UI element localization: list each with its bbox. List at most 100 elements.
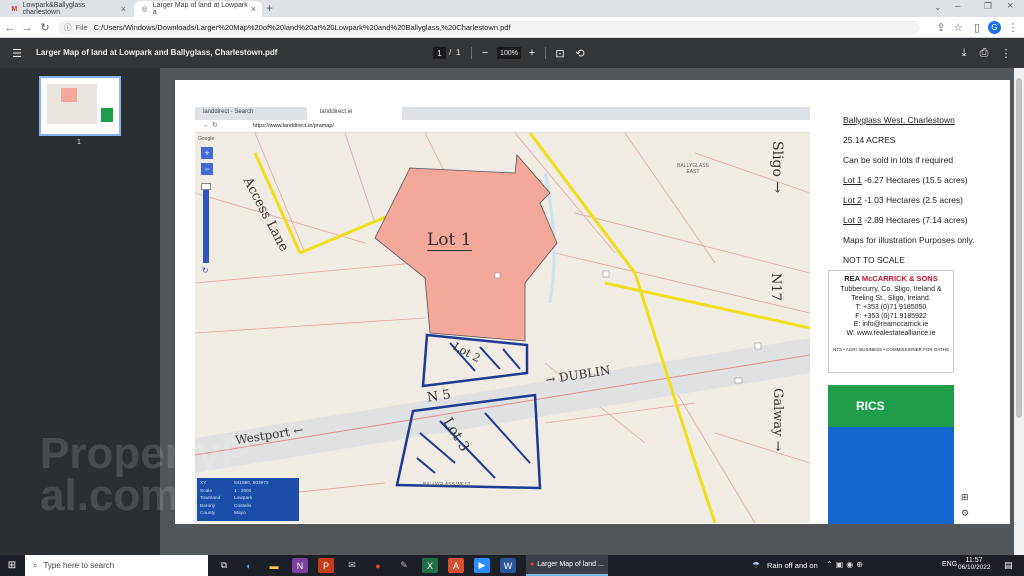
- page-number-input[interactable]: 1: [433, 47, 446, 59]
- property-acres: 25.14 ACRES: [843, 135, 896, 145]
- map-zoom-slider[interactable]: [203, 183, 209, 263]
- download-icon[interactable]: ⤓: [955, 44, 973, 62]
- lot3-value: -2.89 Hectares (7.14 acres): [861, 215, 968, 225]
- omnibox[interactable]: ⓘ File C:/Users/Windows/Downloads/Larger…: [58, 20, 920, 35]
- print-icon[interactable]: ⎙: [975, 44, 993, 62]
- agent-name: REA McCARRICK & SONS: [829, 274, 953, 283]
- map-zoom-in[interactable]: +: [201, 147, 213, 159]
- close-icon[interactable]: ×: [121, 4, 126, 14]
- profile-avatar[interactable]: G: [988, 21, 1001, 34]
- tray-icons[interactable]: ⌃▣◉⊕: [826, 560, 866, 569]
- star-icon[interactable]: ☆: [950, 20, 966, 35]
- lot1-name: Lot 1: [843, 175, 862, 185]
- rotate-icon[interactable]: ⟲: [571, 44, 589, 62]
- map-drawing: [195, 133, 810, 523]
- gmail-icon: M: [11, 5, 18, 13]
- label-n17: N17: [768, 273, 783, 301]
- lot3-name: Lot 3: [843, 215, 862, 225]
- windows-start-icon[interactable]: ⊞: [4, 558, 20, 573]
- google-label: Google: [198, 136, 215, 142]
- folder-icon[interactable]: ▬: [266, 558, 282, 573]
- pdf-page: landdirect - Search landdirect.ie ← ↻ ht…: [175, 80, 1010, 524]
- clock[interactable]: 11:57 06/10/2022: [958, 557, 991, 571]
- zoom-input[interactable]: 100%: [497, 47, 521, 59]
- taskbar-active-app[interactable]: ● Larger Map of land ...: [526, 555, 608, 576]
- lot1-line: Lot 1 -6.27 Hectares (15.5 acres): [843, 175, 968, 185]
- divider: [471, 47, 472, 59]
- maps-note: Maps for illustration Purposes only.: [843, 235, 975, 245]
- scrollbar-track[interactable]: [1014, 68, 1024, 555]
- galway-road: [528, 133, 717, 523]
- word-icon[interactable]: W: [500, 558, 516, 573]
- agent-name-main: McCARRICK & SONS: [861, 274, 938, 283]
- page-thumbnail[interactable]: [39, 76, 121, 136]
- app-icon[interactable]: ✎: [396, 558, 412, 573]
- more-options-icon[interactable]: ⋮: [997, 44, 1015, 62]
- restore-button[interactable]: ❐: [984, 1, 992, 12]
- pdf-title: Larger Map of land at Lowpark and Ballyg…: [36, 48, 278, 57]
- language[interactable]: ENG: [942, 561, 957, 568]
- onenote-icon[interactable]: N: [292, 558, 308, 573]
- thumbnail-logo: [101, 108, 113, 122]
- minimize-button[interactable]: –: [955, 1, 961, 12]
- reload-icon[interactable]: ↻: [37, 20, 53, 35]
- embedded-tab: landdirect.ie: [320, 109, 353, 115]
- close-window-button[interactable]: ×: [1007, 0, 1013, 12]
- mail-icon[interactable]: ✉: [344, 558, 360, 573]
- edge-icon[interactable]: ◐: [241, 558, 257, 573]
- tab-strip: M Lowpark&Ballyglass charlestown × ◎ Lar…: [0, 0, 1024, 17]
- chevron-down-icon[interactable]: ⌄: [934, 2, 942, 13]
- share-icon[interactable]: ⇪: [933, 20, 949, 35]
- agent-fax: F: +353 (0)71 9185922: [855, 312, 927, 320]
- zoom-out-button[interactable]: −: [476, 44, 494, 62]
- back-icon[interactable]: ←: [2, 20, 18, 35]
- tab-larger-map[interactable]: ◎ Larger Map of land at Lowpark a ×: [134, 1, 262, 17]
- notification-icon[interactable]: ▤: [1004, 560, 1013, 571]
- watermark: PropertyPal.com: [40, 429, 251, 520]
- acrobat-icon[interactable]: A: [448, 558, 464, 573]
- task-view-icon[interactable]: ⧉: [216, 558, 232, 573]
- zoom-app-icon[interactable]: ▶: [474, 558, 490, 573]
- close-icon[interactable]: ×: [251, 4, 256, 14]
- label-sligo: Sligo →: [769, 141, 785, 194]
- rics-text: RICS: [856, 399, 885, 413]
- chrome-icon[interactable]: ●: [370, 558, 386, 573]
- zoom-in-button[interactable]: +: [523, 44, 541, 62]
- tab-label: Lowpark&Ballyglass charlestown: [22, 2, 86, 16]
- page-total: 1: [456, 48, 461, 57]
- pdf-toolbar: ☰ Larger Map of land at Lowpark and Ball…: [0, 38, 1024, 68]
- scrollbar-thumb[interactable]: [1016, 78, 1022, 418]
- weather-text[interactable]: Rain off and on: [767, 561, 818, 570]
- tab-lowpark[interactable]: M Lowpark&Ballyglass charlestown ×: [4, 1, 132, 17]
- map: Google + − ↻ Access Lane Lot 1 Lot 2 Lot…: [195, 133, 810, 523]
- lot3-line: Lot 3 -2.89 Hectares (7.14 acres): [843, 215, 968, 225]
- file-prefix: File: [75, 23, 88, 32]
- clock-date: 06/10/2022: [958, 564, 991, 571]
- settings-icon[interactable]: ⚙: [961, 508, 969, 519]
- menu-dots-icon[interactable]: ⋮: [1005, 20, 1021, 35]
- forward-icon[interactable]: →: [19, 20, 35, 35]
- new-tab-button[interactable]: +: [266, 1, 273, 15]
- agent-name-prefix: REA: [844, 274, 862, 283]
- powerpoint-icon[interactable]: P: [318, 558, 334, 573]
- sidepanel-icon[interactable]: ▯: [969, 20, 985, 35]
- map-zoom-out[interactable]: −: [201, 163, 213, 175]
- embedded-address: ← ↻ https://www.landdirect.ie/pramap/: [195, 120, 810, 133]
- grid-icon[interactable]: ⊞: [961, 492, 969, 503]
- lot2-line: Lot 2 -1.03 Hectares (2.5 acres): [843, 195, 963, 205]
- agent-address-1: Tubbercurry, Co. Sligo, Ireland &: [840, 286, 942, 294]
- weather-icon: ☂: [752, 560, 761, 570]
- search-icon: ⌕: [33, 560, 38, 570]
- search-box[interactable]: ⌕ Type here to search: [25, 555, 208, 576]
- map-zoom-handle[interactable]: [201, 183, 211, 190]
- agent-address-2: Teeling St., Sligo, Ireland.: [851, 295, 931, 303]
- embedded-tab: landdirect - Search: [203, 109, 254, 115]
- page-separator: /: [449, 48, 452, 57]
- refresh-icon[interactable]: ↻: [202, 266, 209, 275]
- embedded-url: https://www.landdirect.ie/pramap/: [253, 123, 335, 129]
- excel-icon[interactable]: X: [422, 558, 438, 573]
- hamburger-menu-icon[interactable]: ☰: [8, 44, 26, 62]
- fit-page-icon[interactable]: ⊡: [551, 44, 569, 62]
- blue-panel: [828, 427, 954, 524]
- thumbnail-lot: [61, 88, 77, 102]
